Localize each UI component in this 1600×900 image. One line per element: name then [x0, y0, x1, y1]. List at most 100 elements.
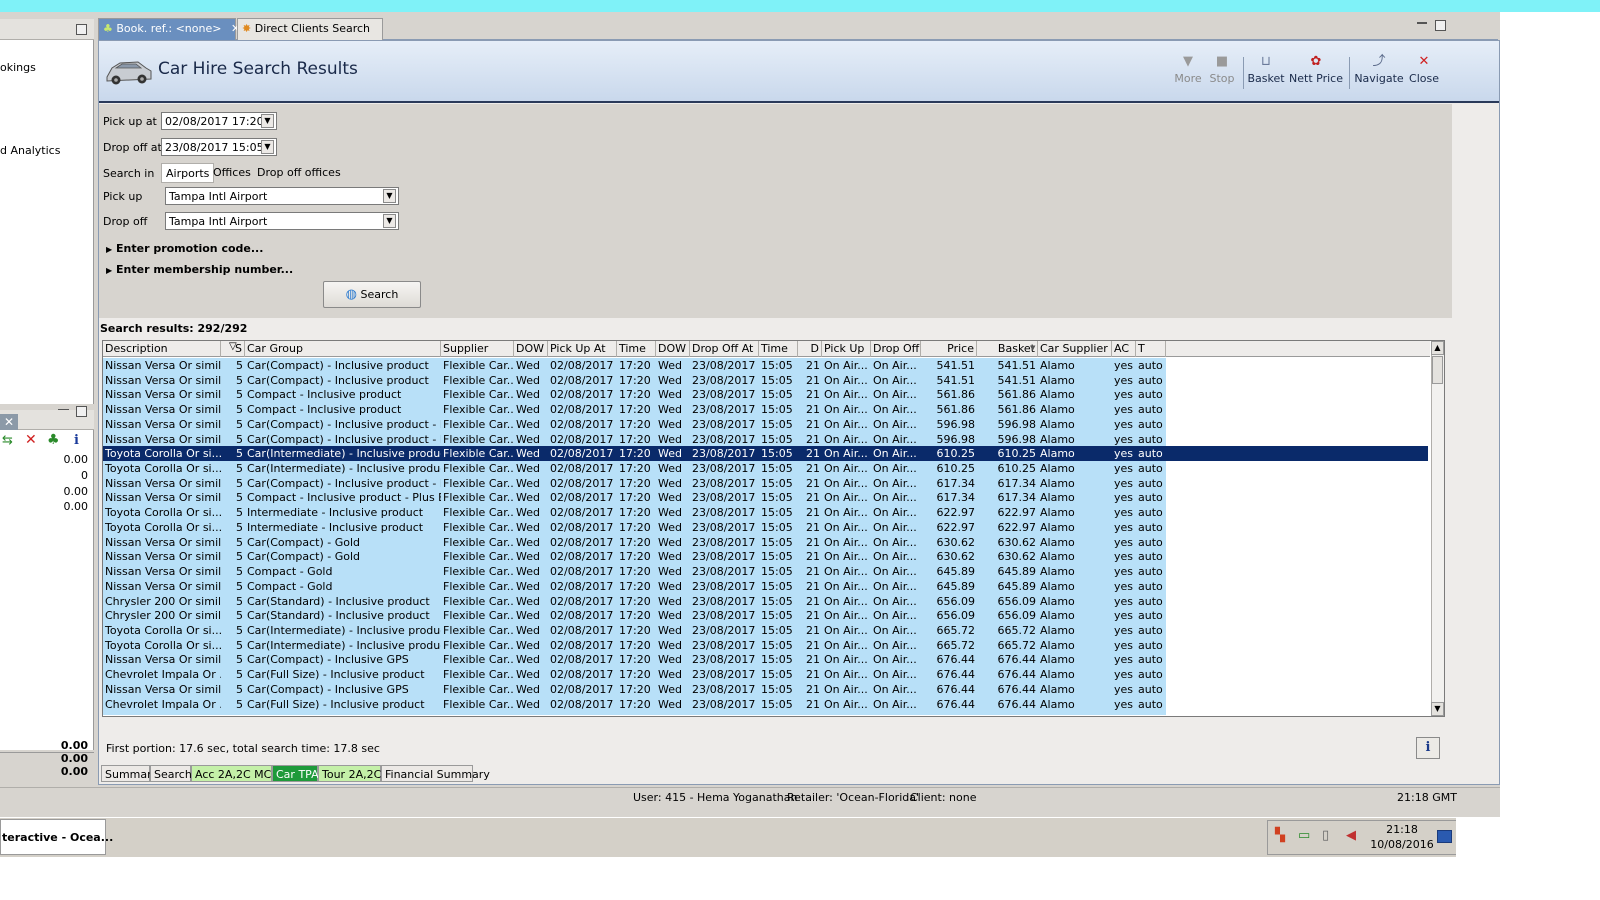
table-row[interactable]: Toyota Corolla Or si... 5 Car(Intermediate…	[103, 461, 1430, 477]
dropoff-location-dropdown-icon[interactable]: ▼	[383, 214, 396, 228]
table-row[interactable]: Nissan Versa Or simil... 5 Compact - Inclu…	[103, 490, 1430, 506]
scroll-down-icon[interactable]: ▼	[1431, 702, 1444, 716]
close-button[interactable]: ✕ Close	[1408, 55, 1440, 86]
cell-transmission: auto	[1138, 373, 1163, 387]
windows-flag-icon[interactable]: ▚	[1275, 828, 1285, 843]
table-row[interactable]: Nissan Versa Or simil... 5 Compact - Gold F…	[103, 564, 1430, 580]
scroll-up-icon[interactable]: ▲	[1431, 341, 1444, 355]
table-row[interactable]: Toyota Corolla Or si... 5 Intermediate - I…	[103, 505, 1430, 521]
table-row[interactable]: Toyota Corolla Or si... 5 Car(Intermediate…	[103, 637, 1430, 653]
column-header-ac[interactable]: AC	[1112, 341, 1136, 357]
table-row[interactable]: Chevrolet Impala Or ... 5 Car(Full Size) -…	[103, 696, 1430, 712]
column-header-basket[interactable]: Basket	[977, 341, 1038, 357]
table-row[interactable]: Nissan Versa Or simil... 5 Compact - Inclu…	[103, 387, 1430, 403]
cell-price: 610.25	[936, 462, 976, 476]
dropoff-location-select[interactable]: Tampa Intl Airport	[165, 212, 399, 230]
column-header-dropoff[interactable]: Drop Off	[871, 341, 921, 357]
maximize-icon[interactable]	[76, 406, 87, 417]
promotion-code-expander[interactable]: ▶ Enter promotion code...	[106, 242, 263, 255]
clock-time[interactable]: 21:18	[1367, 823, 1437, 836]
delete-icon[interactable]: ✕	[25, 432, 37, 448]
filter-icon[interactable]: ▽	[229, 341, 237, 352]
table-row[interactable]: Nissan Versa Or simil... 5 Car(Compact) - …	[103, 372, 1430, 388]
column-header-days[interactable]: D	[798, 341, 822, 357]
refresh-icon[interactable]: ⇆	[2, 433, 13, 448]
table-row[interactable]: Nissan Versa Or simil... 5 Compact - Inclu…	[103, 402, 1430, 418]
nett-price-button[interactable]: ✿ Nett Price	[1289, 55, 1343, 86]
device-icon[interactable]: ▯	[1322, 828, 1329, 843]
pickup-datetime-field[interactable]: 02/08/2017 17:20	[161, 112, 277, 130]
maximize-window-icon[interactable]	[1435, 20, 1446, 31]
nav-item-analytics[interactable]: d Analytics	[0, 144, 60, 157]
table-row[interactable]: Toyota Corolla Or si... 5 Intermediate - I…	[103, 519, 1430, 535]
column-header-transmission[interactable]: T	[1136, 341, 1166, 357]
table-row-partial[interactable]	[103, 711, 1166, 716]
table-row[interactable]: Nissan Versa Or simil... 5 Compact - Gold F…	[103, 578, 1430, 594]
column-header-time[interactable]: Time	[617, 341, 656, 357]
table-row[interactable]: Chevrolet Impala Or ... 5 Car(Full Size) -…	[103, 667, 1430, 683]
tab-booking[interactable]: ♣ Book. ref.: <none> ✕	[98, 18, 240, 40]
column-header-car-group[interactable]: Car Group	[245, 341, 441, 357]
table-row[interactable]: Nissan Versa Or simil... 5 Car(Compact) - …	[103, 652, 1430, 668]
bottom-tab-tour-2a-2c[interactable]: Tour 2A,2C	[318, 765, 381, 782]
column-header-pickup[interactable]: Pick Up	[822, 341, 871, 357]
volume-muted-icon[interactable]: ◀	[1346, 828, 1356, 843]
cell-pickup-at: 02/08/2017	[550, 594, 614, 608]
search-in-airports[interactable]: Airports	[161, 163, 215, 183]
table-row[interactable]: Nissan Versa Or simil... 5 Car(Compact) - …	[103, 475, 1430, 491]
bottom-tab-summary[interactable]: Summary	[101, 765, 158, 782]
minimize-window-icon[interactable]	[1417, 22, 1427, 24]
table-row[interactable]: Chrysler 200 Or simil... 5 Car(Standard) -…	[103, 608, 1430, 624]
search-in-offices[interactable]: Offices	[209, 163, 255, 183]
sort-desc-icon[interactable]: ▼	[1030, 344, 1035, 352]
column-header-supplier[interactable]: Supplier	[441, 341, 514, 357]
bottom-tab-search[interactable]: Search	[150, 765, 192, 782]
info-button[interactable]: i	[1416, 737, 1440, 759]
membership-number-expander[interactable]: ▶ Enter membership number...	[106, 263, 293, 276]
scroll-thumb[interactable]	[1432, 356, 1443, 384]
table-row[interactable]: Toyota Corolla Or si... 5 Car(Intermediate…	[103, 622, 1430, 638]
close-panel-icon[interactable]: ✕	[0, 414, 18, 430]
bottom-tab-financial-summary[interactable]: Financial Summary	[381, 765, 490, 782]
more-button[interactable]: ▼ More	[1171, 55, 1205, 86]
dropoff-datetime-field[interactable]: 23/08/2017 15:05	[161, 138, 277, 156]
pickup-location-dropdown-icon[interactable]: ▼	[383, 189, 396, 203]
tab-direct-clients-search[interactable]: ✸ Direct Clients Search	[237, 18, 383, 40]
pickup-location-select[interactable]: Tampa Intl Airport	[165, 187, 399, 205]
table-row[interactable]: Chrysler 200 Or simil... 5 Car(Standard) -…	[103, 593, 1430, 609]
column-header-description[interactable]: Description	[103, 341, 221, 357]
table-row[interactable]: Nissan Versa Or simil... 5 Car(Compact) - …	[103, 431, 1430, 447]
table-row[interactable]: Nissan Versa Or simil... 5 Car(Compact) - …	[103, 416, 1430, 432]
column-header-dropoff-at[interactable]: Drop Off At	[690, 341, 759, 357]
table-row[interactable]: Nissan Versa Or simil... 5 Car(Compact) - …	[103, 534, 1430, 550]
info-icon[interactable]: i	[74, 433, 79, 448]
pickup-date-dropdown-icon[interactable]: ▼	[261, 114, 274, 128]
navigate-button[interactable]: ⤴ Navigate	[1354, 55, 1404, 86]
nav-item-bookings[interactable]: okings	[0, 61, 36, 74]
column-header-time[interactable]: Time	[759, 341, 798, 357]
column-header-car-supplier[interactable]: Car Supplier	[1038, 341, 1112, 357]
stop-button[interactable]: ■ Stop	[1206, 55, 1238, 86]
column-header-pickup-at[interactable]: Pick Up At	[548, 341, 617, 357]
minimize-icon[interactable]	[58, 406, 69, 410]
search-button[interactable]: ◍ Search	[323, 281, 421, 308]
vertical-scrollbar[interactable]	[1431, 341, 1444, 716]
search-in-dropoff-offices[interactable]: Drop off offices	[253, 163, 345, 183]
column-header-dow[interactable]: DOW	[514, 341, 548, 357]
network-icon[interactable]: ▭	[1298, 828, 1310, 843]
clock-date[interactable]: 10/08/2016	[1367, 838, 1437, 851]
bottom-tab-car-tpa[interactable]: Car TPA	[272, 765, 319, 782]
dropoff-date-dropdown-icon[interactable]: ▼	[261, 140, 274, 154]
table-row[interactable]: Nissan Versa Or simil... 5 Car(Compact) - …	[103, 681, 1430, 697]
bottom-tab-acc-2a-2c-mco[interactable]: Acc 2A,2C MCO	[191, 765, 280, 782]
column-header-price[interactable]: Price	[921, 341, 977, 357]
palm-icon[interactable]: ♣	[47, 432, 60, 448]
column-header-dow[interactable]: DOW	[656, 341, 690, 357]
table-row[interactable]: Nissan Versa Or simil... 5 Car(Compact) - …	[103, 549, 1430, 565]
minimize-panel-icon[interactable]	[76, 24, 87, 35]
taskbar-app-button[interactable]: teractive - Ocea...	[0, 819, 113, 855]
table-row[interactable]: Nissan Versa Or simil... 5 Car(Compact) - …	[103, 358, 1430, 373]
basket-button[interactable]: ⊔ Basket	[1247, 55, 1285, 86]
table-row[interactable]: Toyota Corolla Or si... 5 Car(Intermediate…	[103, 446, 1430, 462]
show-desktop-icon[interactable]	[1437, 830, 1452, 843]
